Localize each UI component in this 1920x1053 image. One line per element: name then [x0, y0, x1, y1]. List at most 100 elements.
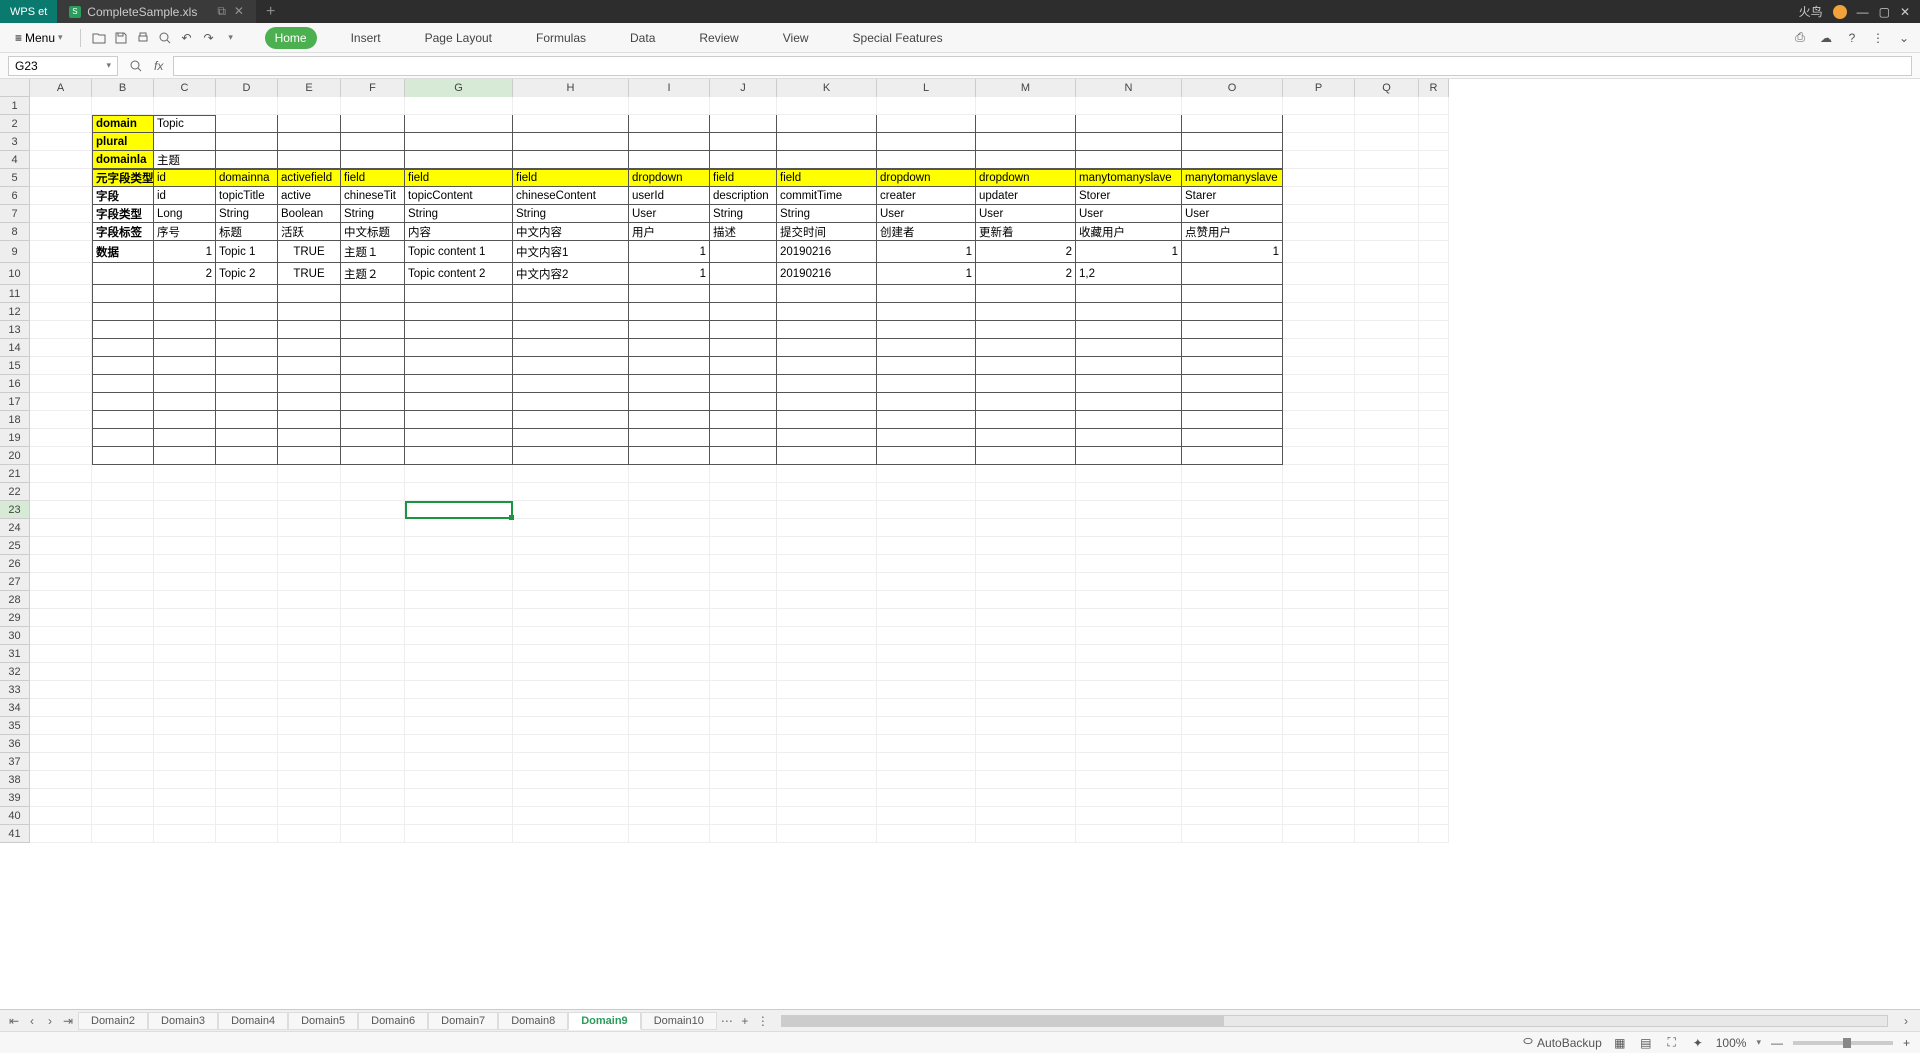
view-pagebreak-icon[interactable]: ▤ [1638, 1035, 1654, 1051]
cell[interactable] [1182, 681, 1283, 699]
cell[interactable] [1355, 465, 1419, 483]
cell[interactable] [154, 447, 216, 465]
cell[interactable] [777, 483, 877, 501]
cell[interactable] [1182, 699, 1283, 717]
cell[interactable] [710, 771, 777, 789]
cell[interactable]: 标题 [216, 223, 278, 241]
cell[interactable] [777, 465, 877, 483]
cell[interactable] [777, 303, 877, 321]
cell[interactable] [1419, 699, 1449, 717]
cell[interactable] [216, 303, 278, 321]
cell[interactable] [92, 483, 154, 501]
cell[interactable]: field [405, 169, 513, 187]
cell[interactable]: Storer [1076, 187, 1182, 205]
cell[interactable] [30, 375, 92, 393]
cell[interactable] [341, 483, 405, 501]
cell[interactable] [278, 537, 341, 555]
cell[interactable] [976, 133, 1076, 151]
cell[interactable] [30, 393, 92, 411]
cell[interactable] [1182, 411, 1283, 429]
cell[interactable] [1355, 555, 1419, 573]
row-header[interactable]: 33 [0, 681, 30, 699]
cell[interactable] [1283, 133, 1355, 151]
cell[interactable] [1355, 241, 1419, 263]
row-header[interactable]: 35 [0, 717, 30, 735]
row-header[interactable]: 28 [0, 591, 30, 609]
cell[interactable] [877, 411, 976, 429]
cell[interactable] [216, 717, 278, 735]
cell[interactable] [629, 133, 710, 151]
cloud-icon[interactable]: ☁ [1818, 30, 1834, 46]
name-box[interactable]: G23 ▾ [8, 56, 118, 76]
new-tab-button[interactable]: + [266, 3, 275, 21]
cell[interactable] [1076, 115, 1182, 133]
cell[interactable] [154, 465, 216, 483]
cell[interactable] [877, 681, 976, 699]
cell[interactable] [1076, 357, 1182, 375]
row-header[interactable]: 2 [0, 115, 30, 133]
cell[interactable]: Topic content 1 [405, 241, 513, 263]
cell[interactable]: TRUE [278, 241, 341, 263]
cell[interactable]: 用户 [629, 223, 710, 241]
cell[interactable]: 2 [976, 263, 1076, 285]
cell[interactable]: 1 [629, 241, 710, 263]
sheet-tab[interactable]: Domain5 [288, 1012, 358, 1030]
cell[interactable] [341, 645, 405, 663]
cell[interactable] [629, 411, 710, 429]
cell[interactable] [513, 735, 629, 753]
cell[interactable] [278, 97, 341, 115]
cell[interactable] [877, 133, 976, 151]
cell[interactable] [278, 285, 341, 303]
cell[interactable]: 1 [154, 241, 216, 263]
cell[interactable] [1419, 807, 1449, 825]
cell[interactable] [976, 681, 1076, 699]
file-tab[interactable]: CompleteSample.xls ⧉ ✕ [57, 0, 256, 23]
cell[interactable] [278, 501, 341, 519]
cell[interactable] [405, 645, 513, 663]
cell[interactable] [777, 519, 877, 537]
cell[interactable] [154, 591, 216, 609]
cell[interactable] [1283, 187, 1355, 205]
cell[interactable] [1419, 519, 1449, 537]
cell[interactable]: activefield [278, 169, 341, 187]
scrollbar-thumb[interactable] [782, 1016, 1224, 1026]
cell[interactable] [1076, 447, 1182, 465]
cell[interactable] [629, 699, 710, 717]
cell[interactable] [629, 645, 710, 663]
cell[interactable]: 中文内容1 [513, 241, 629, 263]
cell[interactable] [777, 411, 877, 429]
cell[interactable] [92, 717, 154, 735]
cell[interactable] [976, 465, 1076, 483]
cell[interactable] [877, 483, 976, 501]
cell[interactable] [1283, 285, 1355, 303]
cell[interactable] [405, 429, 513, 447]
cell[interactable] [30, 825, 92, 843]
cell[interactable] [154, 97, 216, 115]
cell[interactable] [1283, 223, 1355, 241]
sheet-nav-first-icon[interactable]: ⇤ [6, 1014, 22, 1028]
cell[interactable] [154, 411, 216, 429]
cell[interactable] [777, 447, 877, 465]
cell[interactable]: topicContent [405, 187, 513, 205]
view-normal-icon[interactable]: ▦ [1612, 1035, 1628, 1051]
cell[interactable] [216, 501, 278, 519]
cell[interactable] [777, 573, 877, 591]
cell[interactable] [777, 339, 877, 357]
cell[interactable] [1283, 411, 1355, 429]
screenshot-icon[interactable]: ⎙ [1792, 30, 1808, 46]
cell[interactable]: 1,2 [1076, 263, 1182, 285]
cell[interactable]: 中文内容 [513, 223, 629, 241]
cell[interactable] [1283, 699, 1355, 717]
cell[interactable]: 点赞用户 [1182, 223, 1283, 241]
cell[interactable] [92, 591, 154, 609]
cell[interactable] [877, 339, 976, 357]
row-header[interactable]: 41 [0, 825, 30, 843]
cell[interactable] [341, 429, 405, 447]
cell[interactable] [1182, 483, 1283, 501]
cell[interactable] [1182, 285, 1283, 303]
row-header[interactable]: 26 [0, 555, 30, 573]
cell[interactable] [1076, 97, 1182, 115]
cell[interactable] [278, 321, 341, 339]
cell[interactable] [1355, 447, 1419, 465]
cell[interactable] [513, 97, 629, 115]
